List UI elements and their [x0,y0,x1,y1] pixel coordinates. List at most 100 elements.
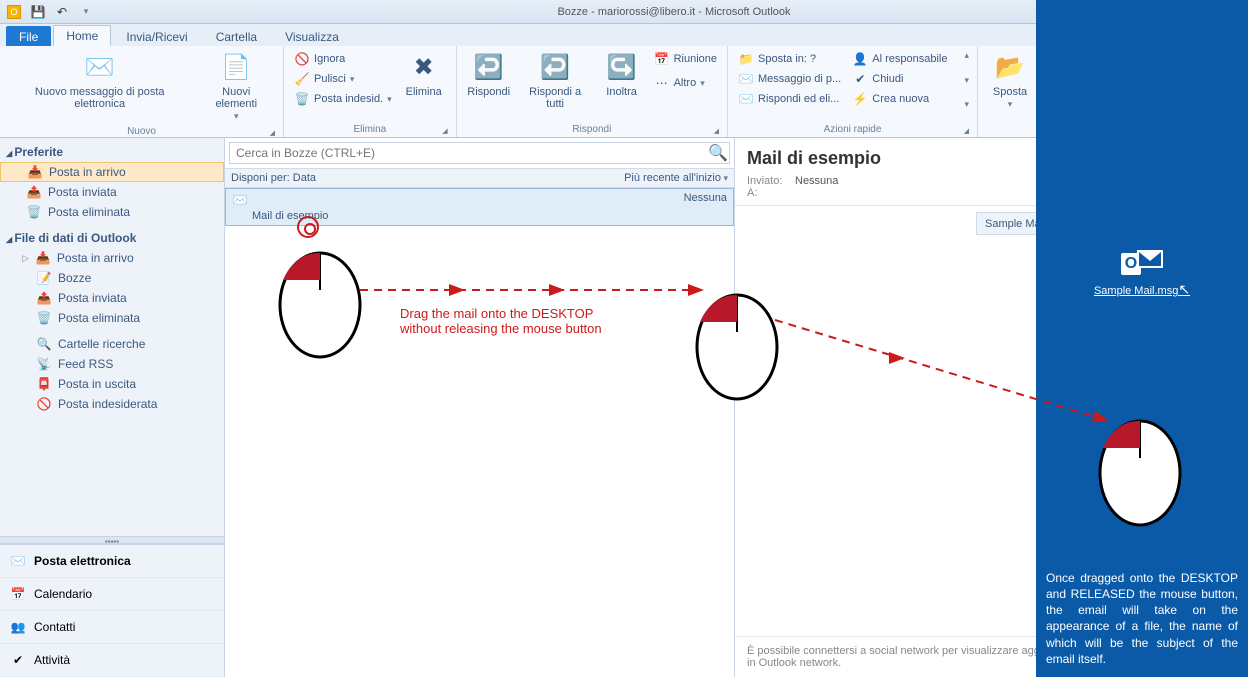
forward-icon: ↪️ [606,52,638,84]
check-icon: ✔ [852,71,868,87]
quickstep-tomanager[interactable]: 👤Al responsabile [850,50,958,68]
ignore-icon: 🚫 [294,51,310,67]
calendar-icon: 📅 [10,586,26,602]
folder-tree: Preferite 📥Posta in arrivo 📤Posta inviat… [0,138,224,536]
ribbon-group-delete: 🚫Ignora 🧹Pulisci 🗑️Posta indesid. ✖ Elim… [284,46,457,137]
sent-value: Nessuna [795,175,838,187]
reply-all-button[interactable]: ↩️Rispondi a tutti [519,50,592,112]
meeting-icon: 📅 [654,51,670,67]
to-label: A: [747,187,795,199]
quickstep-replydelete[interactable]: ✉️Rispondi ed eli... [736,90,844,108]
search-folder-icon: 🔍 [36,336,52,352]
arrange-by-row[interactable]: Disponi per: Data Più recente all'inizio [225,169,734,188]
trash-icon: 🗑️ [36,310,52,326]
favorites-header[interactable]: Preferite [0,142,224,162]
quicksteps-expand-icon[interactable]: ▾ [964,99,969,110]
nav-contacts-button[interactable]: 👥Contatti [0,611,224,644]
nav-collapse-grip[interactable]: ▪▪▪▪▪ [0,536,224,544]
new-items-button[interactable]: 📄 Nuovi elementi [197,50,275,124]
sort-order-label[interactable]: Più recente all'inizio [624,172,728,184]
quickstep-teammail[interactable]: ✉️Messaggio di p... [736,70,844,88]
qat-save-icon[interactable]: 💾 [28,2,48,22]
quicksteps-up-icon[interactable]: ▴ [964,50,969,61]
sent-icon: 📤 [26,184,42,200]
qat-undo-icon[interactable]: ↶ [52,2,72,22]
sidebar-item-sent[interactable]: 📤Posta inviata [0,288,224,308]
sidebar-item-inbox-fav[interactable]: 📥Posta in arrivo [0,162,224,182]
cleanup-button[interactable]: 🧹Pulisci [292,70,394,88]
new-mail-icon: ✉️ [84,52,116,84]
reply-button[interactable]: ↩️Rispondi [465,50,513,100]
meeting-button[interactable]: 📅Riunione [652,50,719,68]
sidebar-item-deleted[interactable]: 🗑️Posta eliminata [0,308,224,328]
ribbon-group-new: ✉️ Nuovo messaggio di posta elettronica … [0,46,284,137]
to-manager-icon: 👤 [852,51,868,67]
sidebar-item-rss[interactable]: 📡Feed RSS [0,354,224,374]
delete-icon: ✖ [408,52,440,84]
ignore-button[interactable]: 🚫Ignora [292,50,394,68]
sidebar-item-inbox[interactable]: ▷📥Posta in arrivo [0,248,224,268]
qat-customize-icon[interactable] [76,2,96,22]
search-input[interactable] [230,146,707,160]
folder-move-icon: 📁 [738,51,754,67]
sent-icon: 📤 [36,290,52,306]
group-label-new: Nuovo [8,124,275,139]
move-button[interactable]: 📂Sposta [986,50,1034,112]
datafile-header[interactable]: File di dati di Outlook [0,228,224,248]
lightning-icon: ⚡ [852,91,868,107]
inbox-icon: 📥 [35,250,51,266]
new-mail-button[interactable]: ✉️ Nuovo messaggio di posta elettronica [8,50,191,112]
outbox-icon: 📮 [36,376,52,392]
more-icon: ⋯ [654,75,670,91]
broom-icon: 🧹 [294,71,310,87]
tasks-icon: ✔ [10,652,26,668]
contacts-icon: 👥 [10,619,26,635]
navigation-pane: Preferite 📥Posta in arrivo 📤Posta inviat… [0,138,225,677]
ribbon-group-quick-steps: 📁Sposta in: ? ✉️Messaggio di p... ✉️Risp… [728,46,978,137]
desktop-area[interactable]: O Sample Mail.msg↖ Once dragged onto the… [1036,0,1248,677]
ribbon-group-respond: ↩️Rispondi ↩️Rispondi a tutti ↪️Inoltra … [457,46,728,137]
draft-item-icon: ✉️ [232,192,248,208]
reply-icon: ↩️ [473,52,505,84]
group-label-delete: Elimina [292,122,448,137]
sent-label: Inviato: [747,175,795,187]
nav-calendar-button[interactable]: 📅Calendario [0,578,224,611]
sidebar-item-deleted-fav[interactable]: 🗑️Posta eliminata [0,202,224,222]
message-row[interactable]: ✉️ Nessuna Mail di esempio [225,188,734,226]
quick-access-toolbar: O 💾 ↶ [0,2,100,22]
sidebar-item-drafts[interactable]: 📝Bozze [0,268,224,288]
drafts-icon: 📝 [36,270,52,286]
outlook-app-icon[interactable]: O [4,2,24,22]
forward-button[interactable]: ↪️Inoltra [598,50,646,100]
sidebar-item-outbox[interactable]: 📮Posta in uscita [0,374,224,394]
message-date: Nessuna [684,192,727,204]
inbox-icon: 📥 [27,164,43,180]
quickstep-done[interactable]: ✔Chiudi [850,70,958,88]
nav-mail-button[interactable]: ✉️Posta elettronica [0,545,224,578]
nav-bottom: ✉️Posta elettronica 📅Calendario 👥Contatt… [0,544,224,677]
sidebar-item-search-folders[interactable]: 🔍Cartelle ricerche [0,334,224,354]
mail-icon: ✉️ [10,553,26,569]
desktop-instruction-text: Once dragged onto the DESKTOP and RELEAS… [1046,570,1238,667]
junk-button[interactable]: 🗑️Posta indesid. [292,90,394,108]
search-row: 🔍 [225,138,734,169]
group-label-quicksteps: Azioni rapide [736,122,969,137]
more-respond-button[interactable]: ⋯Altro [652,74,719,92]
tab-home[interactable]: Home [53,25,111,46]
quickstep-createnew[interactable]: ⚡Crea nuova [850,90,958,108]
quickstep-moveto[interactable]: 📁Sposta in: ? [736,50,844,68]
tab-send-receive[interactable]: Invia/Ricevi [113,26,200,46]
sidebar-item-sent-fav[interactable]: 📤Posta inviata [0,182,224,202]
tab-view[interactable]: Visualizza [272,26,352,46]
search-icon[interactable]: 🔍 [707,143,729,163]
tab-file[interactable]: File [6,26,51,46]
arrange-by-label: Disponi per: Data [231,172,316,184]
tab-folder[interactable]: Cartella [203,26,270,46]
nav-tasks-button[interactable]: ✔Attività [0,644,224,677]
quicksteps-down-icon[interactable]: ▾ [964,75,969,86]
delete-button[interactable]: ✖ Elimina [400,50,448,100]
junk-icon: 🗑️ [294,91,310,107]
dropped-file-icon[interactable]: O Sample Mail.msg↖ [1036,250,1248,298]
search-box[interactable]: 🔍 [229,142,730,164]
sidebar-item-junk[interactable]: 🚫Posta indesiderata [0,394,224,414]
